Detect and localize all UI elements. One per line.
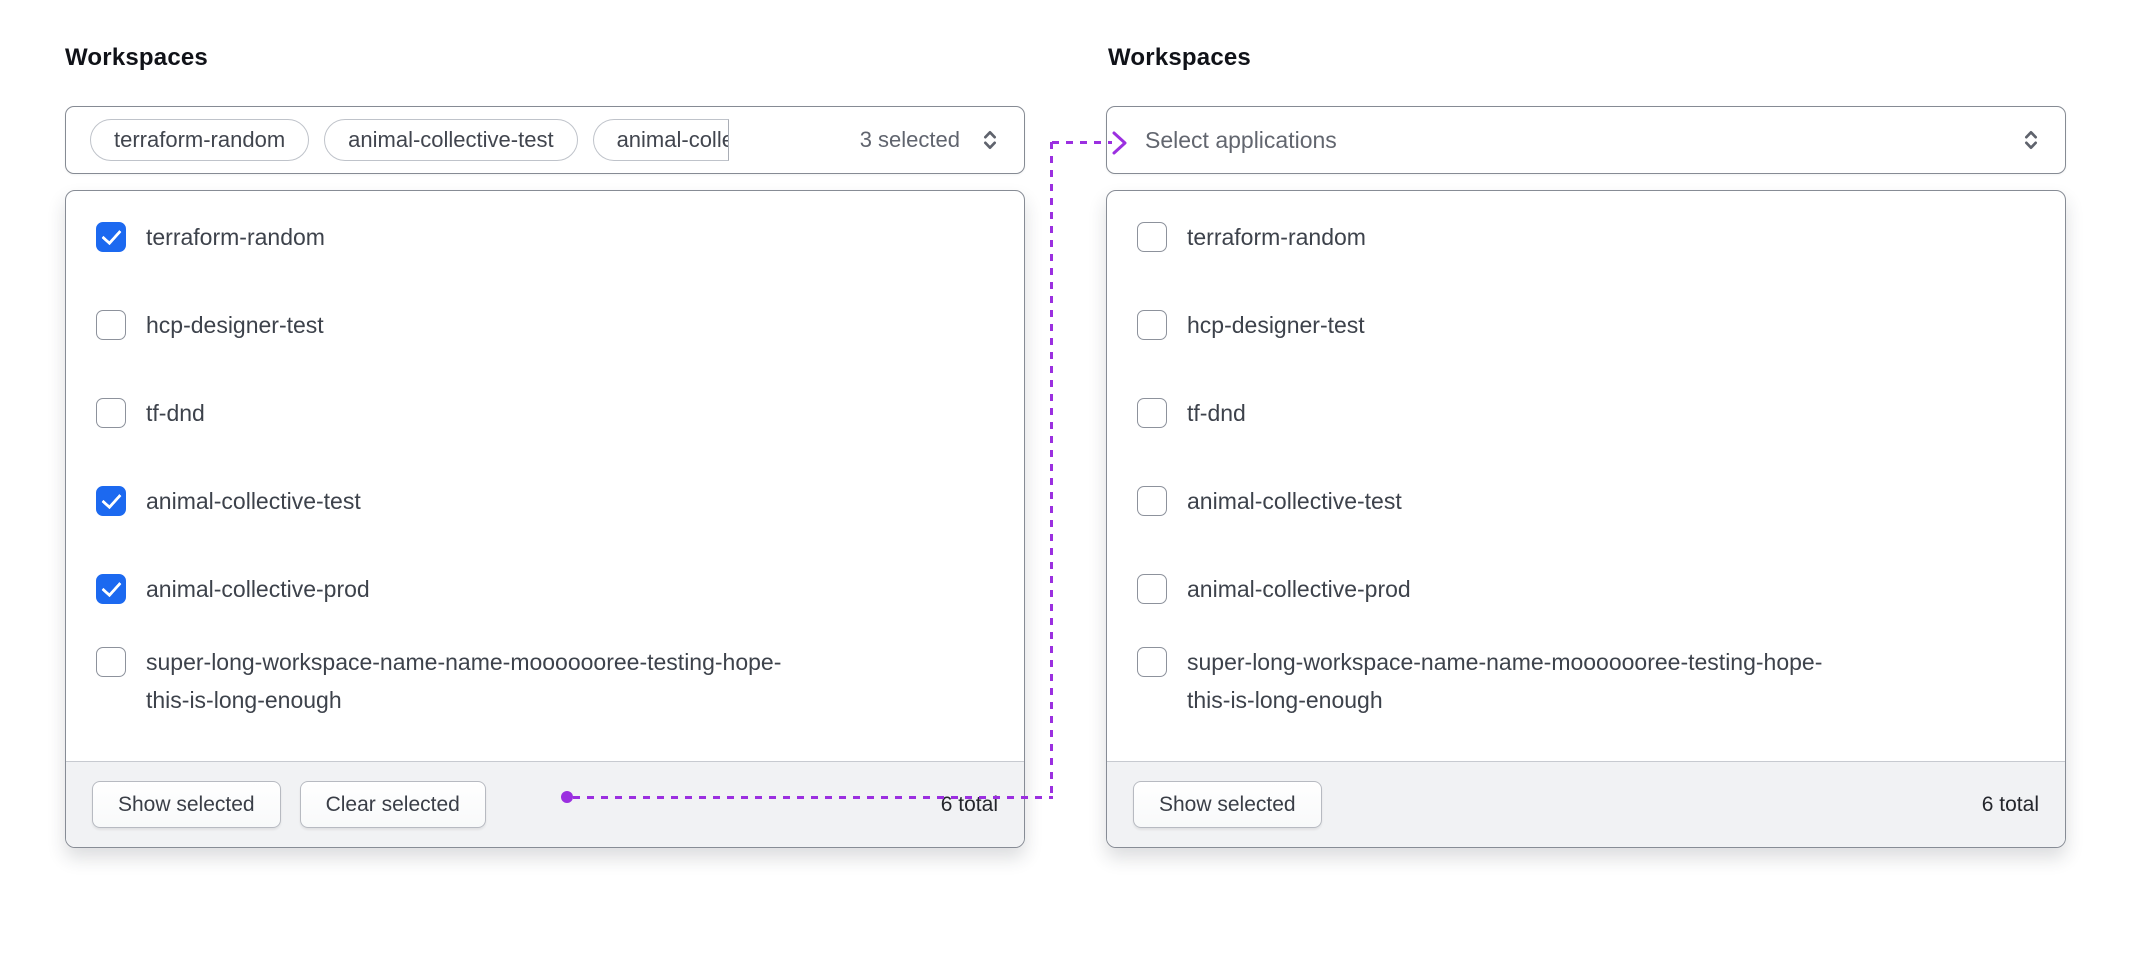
- option-row[interactable]: hcp-designer-test: [1107, 281, 2065, 369]
- unfold-chevron-icon: [2017, 126, 2045, 154]
- checkbox[interactable]: [96, 398, 126, 428]
- option-row[interactable]: hcp-designer-test: [66, 281, 1024, 369]
- checkbox[interactable]: [1137, 574, 1167, 604]
- checkbox[interactable]: [1137, 486, 1167, 516]
- option-label: super-long-workspace-name-name-moooooore…: [1187, 643, 1855, 719]
- option-row[interactable]: animal-collective-test: [1107, 457, 2065, 545]
- option-row[interactable]: terraform-random: [1107, 193, 2065, 281]
- placeholder-text: Select applications: [1145, 127, 2017, 154]
- option-row[interactable]: animal-collective-test: [66, 457, 1024, 545]
- right-list-footer: Show selected 6 total: [1107, 761, 2065, 847]
- left-field-label: Workspaces: [65, 44, 208, 72]
- checkbox[interactable]: [1137, 310, 1167, 340]
- option-row[interactable]: terraform-random: [66, 193, 1024, 281]
- option-label: animal-collective-test: [146, 482, 361, 520]
- right-multiselect-trigger[interactable]: Select applications: [1106, 106, 2066, 174]
- clear-selected-button[interactable]: Clear selected: [300, 781, 486, 828]
- annotation-line-vertical: [1050, 142, 1053, 799]
- checkbox[interactable]: [96, 574, 126, 604]
- option-row[interactable]: super-long-workspace-name-name-moooooore…: [1107, 633, 2065, 741]
- option-label: terraform-random: [1187, 218, 1366, 256]
- tag-clipped[interactable]: animal-collective-prod: [593, 119, 729, 161]
- option-label: tf-dnd: [146, 394, 205, 432]
- checkbox[interactable]: [96, 310, 126, 340]
- selected-tags: terraform-random animal-collective-test …: [90, 119, 846, 161]
- right-field-label: Workspaces: [1108, 44, 1251, 72]
- option-row[interactable]: tf-dnd: [1107, 369, 2065, 457]
- option-row[interactable]: animal-collective-prod: [1107, 545, 2065, 633]
- option-label: terraform-random: [146, 218, 325, 256]
- option-list: terraform-random hcp-designer-test tf-dn…: [66, 191, 1024, 741]
- total-count-text: 6 total: [1982, 793, 2039, 817]
- option-label: hcp-designer-test: [1187, 306, 1365, 344]
- annotation-line-top: [1052, 141, 1112, 144]
- right-options-listbox: terraform-random hcp-designer-test tf-dn…: [1106, 190, 2066, 848]
- left-multiselect-trigger[interactable]: terraform-random animal-collective-test …: [65, 106, 1025, 174]
- checkbox[interactable]: [1137, 398, 1167, 428]
- option-row[interactable]: tf-dnd: [66, 369, 1024, 457]
- unfold-chevron-icon: [976, 126, 1004, 154]
- left-list-footer: Show selected Clear selected 6 total: [66, 761, 1024, 847]
- option-label: animal-collective-test: [1187, 482, 1402, 520]
- show-selected-button[interactable]: Show selected: [92, 781, 281, 828]
- option-label: tf-dnd: [1187, 394, 1246, 432]
- option-list: terraform-random hcp-designer-test tf-dn…: [1107, 191, 2065, 741]
- checkbox[interactable]: [96, 647, 126, 677]
- option-row[interactable]: animal-collective-prod: [66, 545, 1024, 633]
- checkbox[interactable]: [1137, 647, 1167, 677]
- total-count-text: 6 total: [941, 793, 998, 817]
- option-label: animal-collective-prod: [146, 570, 370, 608]
- option-label: animal-collective-prod: [1187, 570, 1411, 608]
- checkbox[interactable]: [96, 486, 126, 516]
- tag[interactable]: terraform-random: [90, 119, 309, 161]
- checkbox[interactable]: [1137, 222, 1167, 252]
- show-selected-button[interactable]: Show selected: [1133, 781, 1322, 828]
- left-options-listbox: terraform-random hcp-designer-test tf-dn…: [65, 190, 1025, 848]
- tag[interactable]: animal-collective-test: [324, 119, 577, 161]
- option-label: super-long-workspace-name-name-moooooore…: [146, 643, 814, 719]
- selected-count-text: 3 selected: [860, 127, 960, 153]
- multiselect-demo-canvas: Workspaces terraform-random animal-colle…: [0, 0, 2130, 960]
- option-label: hcp-designer-test: [146, 306, 324, 344]
- checkbox[interactable]: [96, 222, 126, 252]
- option-row[interactable]: super-long-workspace-name-name-moooooore…: [66, 633, 1024, 741]
